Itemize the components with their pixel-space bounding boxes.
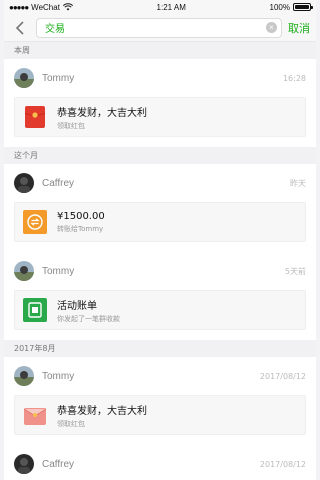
card-title: 活动账单 xyxy=(57,300,97,312)
card-text: 活动账单 你发起了一笔群收款 xyxy=(57,297,120,324)
avatar[interactable] xyxy=(14,261,34,281)
card-title: ¥1500.00 xyxy=(57,210,105,222)
red-packet-icon xyxy=(23,105,47,129)
section-header-aug-2017: 2017年8月 xyxy=(4,340,316,357)
section-header-this-week: 本周 xyxy=(4,42,316,59)
card-title: 恭喜发财，大吉大利 xyxy=(57,107,147,119)
avatar[interactable] xyxy=(14,68,34,88)
avatar[interactable] xyxy=(14,454,34,474)
card-title: 恭喜发财，大吉大利 xyxy=(57,405,147,417)
battery-percent: 100% xyxy=(269,2,290,12)
cancel-button[interactable]: 取消 xyxy=(288,20,310,36)
search-box[interactable]: × xyxy=(36,17,282,38)
back-chevron-icon[interactable] xyxy=(12,20,28,36)
card-text: 恭喜发财，大吉大利 领取红包 xyxy=(57,104,147,131)
card-subtitle: 领取红包 xyxy=(57,419,85,428)
app-frame: ●●●●● WeChat 1:21 AM 100% × 取消 本周 xyxy=(4,0,316,480)
entry-header: Caffrey 2017/08/12 xyxy=(14,445,306,480)
sender-name: Tommy xyxy=(42,72,75,84)
entry-header: Tommy 2017/08/12 xyxy=(14,357,306,395)
group-bill-card[interactable]: 活动账单 你发起了一笔群收款 xyxy=(14,290,306,330)
wifi-icon xyxy=(62,3,73,11)
section-header-this-month: 这个月 xyxy=(4,147,316,164)
card-subtitle: 转账给Tommy xyxy=(57,224,104,233)
group-bill-icon xyxy=(23,298,47,322)
red-packet-card[interactable]: 恭喜发财，大吉大利 领取红包 xyxy=(14,395,306,435)
list-item: Caffrey 昨天 ¥1500.00 转账给Tommy xyxy=(4,164,316,252)
signal-icon: ●●●●● xyxy=(9,2,29,12)
spacer xyxy=(14,435,306,445)
card-subtitle: 你发起了一笔群收款 xyxy=(57,314,120,323)
status-left: ●●●●● WeChat xyxy=(9,3,73,12)
entry-time: 昨天 xyxy=(290,178,306,188)
red-packet-open-icon xyxy=(23,403,47,427)
card-text: ¥1500.00 转账给Tommy xyxy=(57,211,105,234)
entry-time: 5天前 xyxy=(284,266,306,276)
search-header: × 取消 xyxy=(4,14,316,42)
list-item: Tommy 5天前 活动账单 你发起了一笔群收款 xyxy=(4,252,316,340)
transfer-card[interactable]: ¥1500.00 转账给Tommy xyxy=(14,202,306,242)
battery-icon xyxy=(292,3,313,11)
list-item: Caffrey 2017/08/12 xyxy=(4,445,316,480)
spacer xyxy=(14,137,306,147)
list-item: Tommy 16:28 恭喜发财，大吉大利 领取红包 xyxy=(4,59,316,147)
spacer xyxy=(14,330,306,340)
status-bar: ●●●●● WeChat 1:21 AM 100% xyxy=(4,0,316,14)
entry-time: 2017/08/12 xyxy=(259,371,306,381)
entry-header: Tommy 16:28 xyxy=(14,59,306,97)
transfer-icon xyxy=(23,210,47,234)
carrier-label: WeChat xyxy=(31,2,60,12)
entry-time: 16:28 xyxy=(282,73,306,83)
card-subtitle: 领取红包 xyxy=(57,121,85,130)
entry-header: Caffrey 昨天 xyxy=(14,164,306,202)
status-right: 100% xyxy=(269,2,313,12)
entry-time: 2017/08/12 xyxy=(259,459,306,469)
clear-search-icon[interactable]: × xyxy=(266,22,277,33)
red-packet-card[interactable]: 恭喜发财，大吉大利 领取红包 xyxy=(14,97,306,137)
avatar[interactable] xyxy=(14,173,34,193)
sender-name: Tommy xyxy=(42,370,75,382)
card-text: 恭喜发财，大吉大利 领取红包 xyxy=(57,402,147,429)
sender-name: Tommy xyxy=(42,265,75,277)
status-time: 1:21 AM xyxy=(156,2,186,12)
search-input[interactable] xyxy=(45,22,266,33)
sender-name: Caffrey xyxy=(42,177,75,189)
spacer xyxy=(14,242,306,252)
avatar[interactable] xyxy=(14,366,34,386)
entry-header: Tommy 5天前 xyxy=(14,252,306,290)
list-item: Tommy 2017/08/12 恭喜发财，大吉大利 领取红包 xyxy=(4,357,316,445)
sender-name: Caffrey xyxy=(42,458,75,470)
